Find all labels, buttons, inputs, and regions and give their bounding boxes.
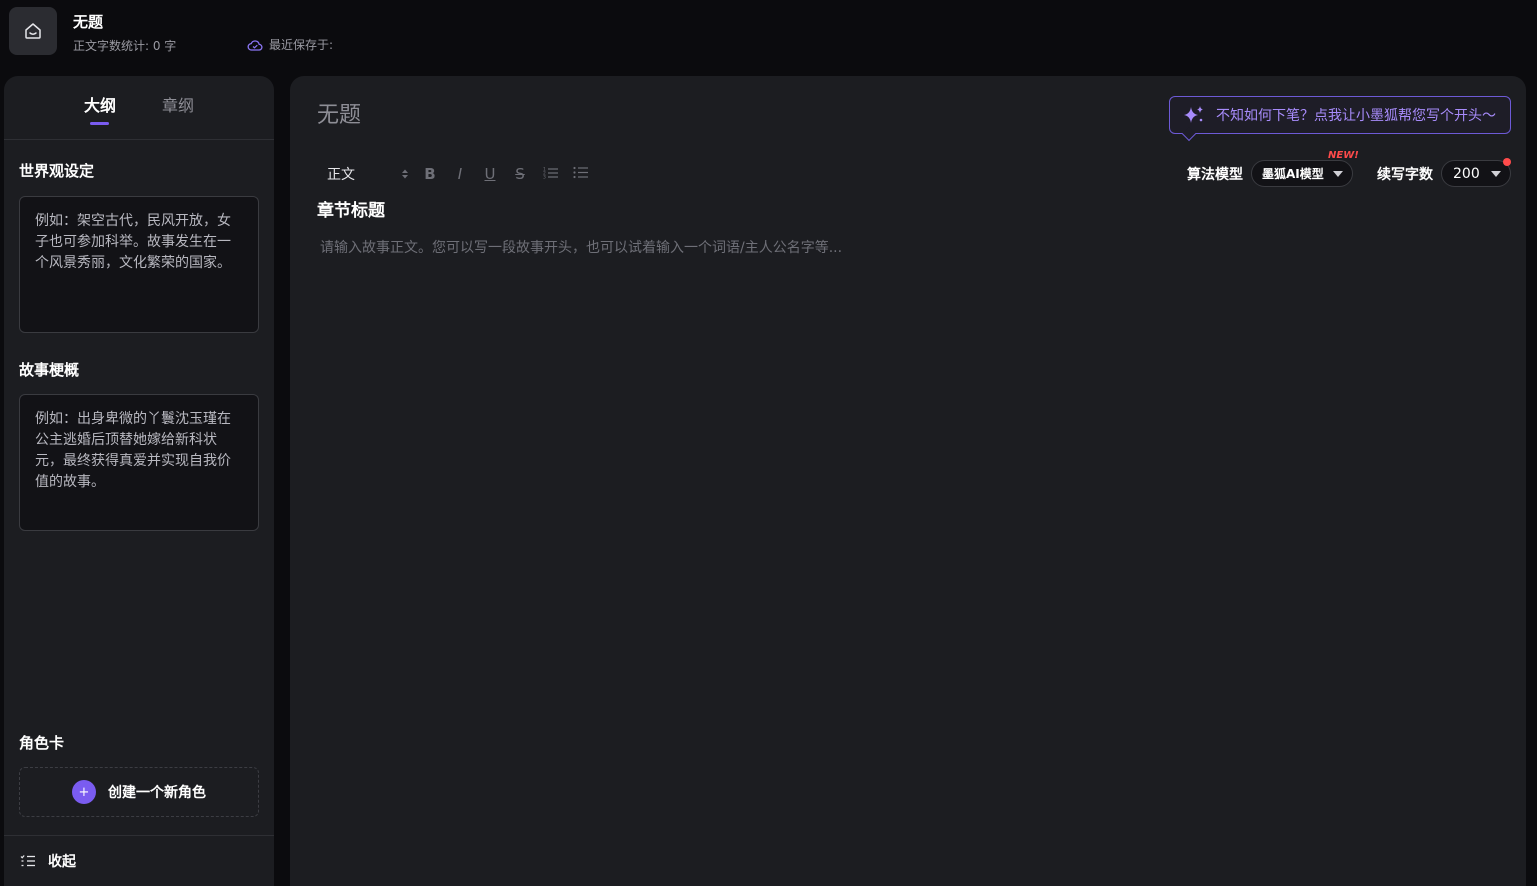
chevron-down-icon [1333,171,1343,177]
sort-arrows-icon [402,169,408,179]
svg-text:3: 3 [543,175,546,180]
home-icon [25,23,41,39]
collapse-label: 收起 [48,854,76,870]
ordered-list-button[interactable]: 1 2 3 [535,165,565,183]
notification-dot [1503,158,1511,166]
story-outline-label: 故事梗概 [19,361,80,379]
italic-icon: I [457,165,463,183]
collapse-button[interactable]: 收起 [4,835,274,886]
outline-sidebar: 大纲 章纲 世界观设定 例如：架空古代，民风开放，女子也可参加科举。故事发生在一… [4,76,274,886]
sidebar-tabs: 大纲 章纲 [4,76,274,140]
world-setting-input[interactable]: 例如：架空古代，民风开放，女子也可参加科举。故事发生在一个风景秀丽，文化繁荣的国… [19,196,259,333]
story-body-input[interactable]: 请输入故事正文。您可以写一段故事开头，也可以试着输入一个词语/主人公名字等... [320,237,842,257]
create-role-label: 创建一个新角色 [108,785,206,801]
word-count: 正文字数统计: 0 字 [73,39,177,53]
strikethrough-icon: S [515,165,525,183]
chevron-down-icon [1491,171,1501,177]
story-outline-input[interactable]: 例如：出身卑微的丫鬟沈玉瑾在公主逃婚后顶替她嫁给新科状元，最终获得真爱并实现自我… [19,394,259,531]
tab-chapter-outline[interactable]: 章纲 [162,92,194,116]
generation-controls: 算法模型 NEW! 墨狐AI模型 续写字数 200 [1187,150,1511,187]
sparkle-icon [1184,106,1203,123]
continue-count-select[interactable]: 200 [1441,158,1511,187]
continue-count-label: 续写字数 [1377,166,1433,183]
bold-icon: B [424,165,436,183]
home-button[interactable] [9,7,57,55]
bullet-list-button[interactable] [565,165,595,183]
new-badge: NEW! [1328,150,1359,161]
editor-panel: 无题 不知如何下笔？点我让小墨狐帮您写个开头～ 正文 B I U S 1 2 3 [290,76,1526,886]
tab-outline[interactable]: 大纲 [84,92,116,116]
ai-opening-button[interactable]: 不知如何下笔？点我让小墨狐帮您写个开头～ [1169,96,1511,142]
continue-count-value: 200 [1453,165,1480,182]
ai-prompt-tail [1181,126,1197,142]
bold-button[interactable]: B [415,165,445,183]
ai-opening-label: 不知如何下笔？点我让小墨狐帮您写个开头～ [1216,108,1496,124]
editor-title[interactable]: 无题 [317,97,361,129]
active-tab-indicator [90,122,109,125]
document-title[interactable]: 无题 [73,11,103,32]
save-status: 最近保存于: [247,36,333,53]
save-status-text: 最近保存于: [269,38,334,52]
role-card-label: 角色卡 [19,734,65,752]
bullet-list-icon [572,166,588,179]
model-select[interactable]: NEW! 墨狐AI模型 [1251,150,1359,187]
italic-button[interactable]: I [445,165,475,183]
world-setting-label: 世界观设定 [19,162,95,180]
chapter-title-input[interactable]: 章节标题 [317,196,385,221]
model-value: 墨狐AI模型 [1262,167,1324,181]
format-toolbar: 正文 B I U S 1 2 3 [317,164,595,184]
plus-icon: + [72,780,96,804]
list-collapse-icon [20,855,35,867]
create-role-button[interactable]: + 创建一个新角色 [19,767,259,817]
paragraph-style-select[interactable]: 正文 [317,164,409,184]
paragraph-style-value: 正文 [327,167,355,183]
underline-icon: U [484,165,496,183]
cloud-icon [247,39,263,51]
ordered-list-icon: 1 2 3 [543,167,558,181]
model-label: 算法模型 [1187,166,1243,183]
strikethrough-button[interactable]: S [505,165,535,183]
underline-button[interactable]: U [475,165,505,183]
